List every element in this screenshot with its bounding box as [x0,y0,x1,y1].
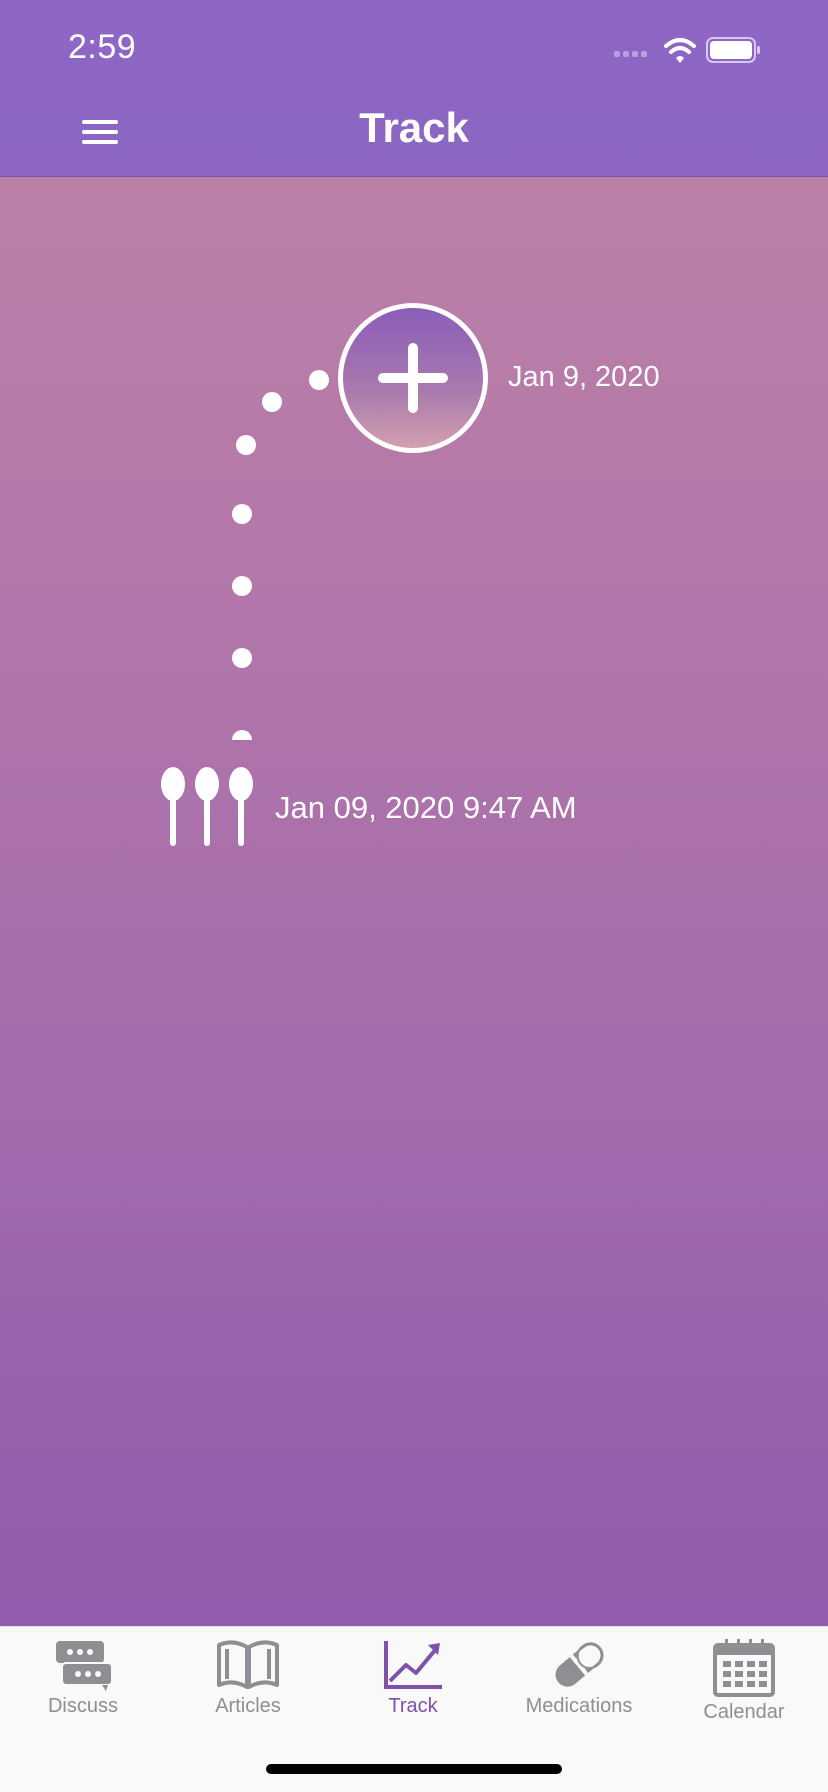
calendar-icon [713,1639,775,1697]
connector-dot [232,576,252,596]
status-icons [614,37,760,63]
cellular-signal-icon [614,51,647,57]
tab-articles[interactable]: Articles [165,1639,331,1739]
tab-medications[interactable]: Medications [496,1639,662,1739]
tab-label: Calendar [703,1701,785,1723]
status-time: 2:59 [68,28,137,66]
tab-label: Track [388,1695,438,1717]
tab-bar: Discuss Articles Track Medications Calen… [0,1626,828,1792]
connector-dot [236,435,256,455]
connector-dot [232,504,252,524]
page-title: Track [359,104,469,151]
tab-calendar[interactable]: Calendar [661,1639,827,1739]
tab-label: Medications [525,1695,633,1717]
chat-bubbles-icon [56,1641,113,1691]
plus-icon [378,343,448,413]
top-bar: 2:59 Track [0,0,828,177]
add-entry-button[interactable] [338,303,488,453]
spoons-icon [161,767,253,846]
connector-dot [232,648,252,668]
tab-track[interactable]: Track [330,1639,496,1739]
next-entry-date: Jan 9, 2020 [508,361,660,393]
connector-dot [232,730,252,740]
connector-dot [262,392,282,412]
tab-label: Discuss [47,1695,118,1717]
connector-dot [309,370,329,390]
trend-chart-icon [384,1641,442,1689]
track-screen: 2:59 Track Jan 9, 2020 Jan 09, 2020 9:47… [0,0,828,1792]
tab-discuss[interactable]: Discuss [0,1639,166,1739]
pill-icon [555,1642,604,1687]
wifi-icon [664,38,696,63]
tab-label: Articles [215,1695,281,1717]
entry-datetime: Jan 09, 2020 9:47 AM [275,790,577,825]
battery-icon [706,37,760,63]
open-book-icon [217,1640,279,1689]
timeline: Jan 9, 2020 Jan 09, 2020 9:47 AM [0,176,828,1626]
home-indicator[interactable] [266,1764,562,1774]
